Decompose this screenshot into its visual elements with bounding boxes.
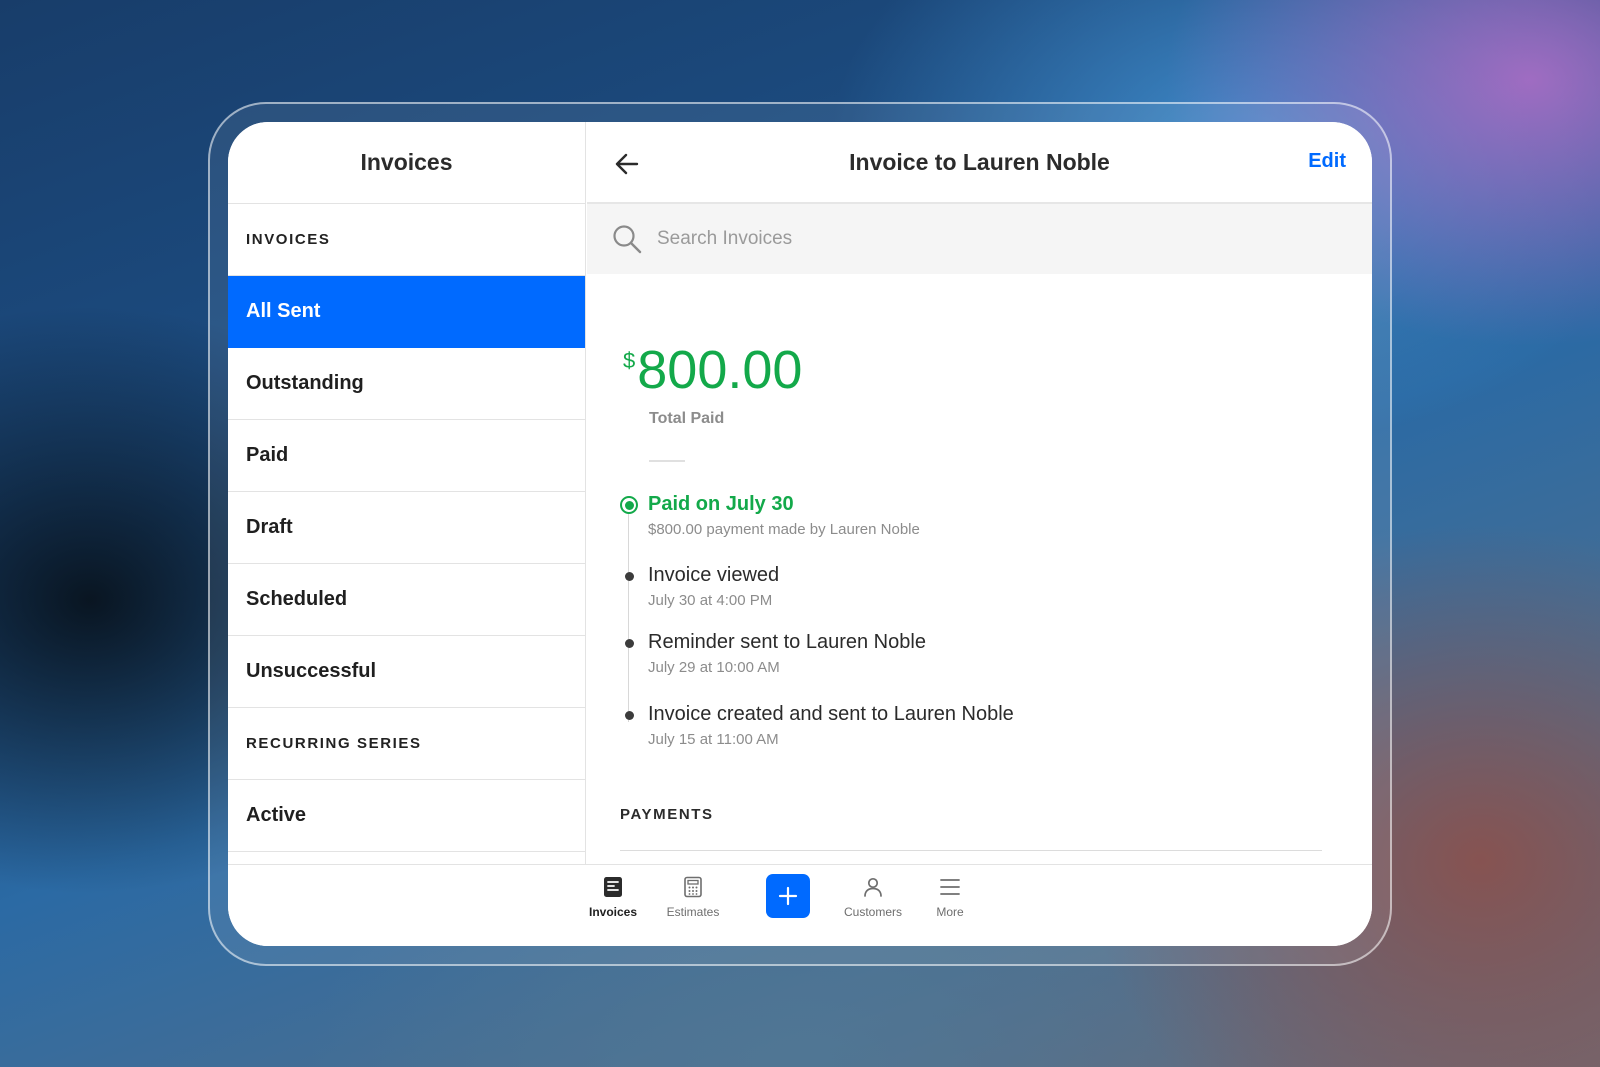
timeline-dot [624, 571, 634, 581]
timeline-subtitle: July 15 at 11:00 AM [648, 731, 779, 748]
timeline-title: Invoice viewed [648, 564, 780, 586]
create-invoice-button[interactable] [766, 874, 810, 918]
paid-status-icon [620, 496, 638, 514]
sidebar: Invoices INVOICES All Sent Outstanding P… [228, 122, 586, 882]
invoice-icon [604, 877, 622, 897]
sidebar-item-draft[interactable]: Draft [228, 492, 585, 564]
timeline-title: Paid on July 30 [648, 493, 794, 515]
arrow-left-icon [615, 153, 639, 175]
sidebar-item-unsuccessful[interactable]: Unsuccessful [228, 636, 585, 708]
tab-estimates[interactable]: Estimates [648, 875, 738, 919]
sidebar-item-outstanding[interactable]: Outstanding [228, 348, 585, 420]
menu-icon [940, 879, 960, 895]
sidebar-section-invoices: INVOICES [228, 204, 585, 276]
tab-label: Invoices [588, 905, 638, 919]
bottom-tab-bar: Invoices Estimates Customers More [228, 864, 1372, 946]
search-input[interactable] [657, 228, 1257, 250]
amount-divider [649, 460, 685, 462]
search-icon [613, 225, 642, 254]
tab-label: Estimates [666, 905, 720, 919]
sidebar-item-all-sent[interactable]: All Sent [228, 276, 585, 348]
tablet-screen: Invoices INVOICES All Sent Outstanding P… [228, 122, 1372, 946]
invoice-detail-panel: Invoice to Lauren Noble Edit $ 800.00 To… [587, 122, 1372, 882]
total-amount: $ 800.00 [623, 340, 802, 400]
timeline-dot [624, 638, 634, 648]
timeline-dot [624, 710, 634, 720]
sidebar-item-active[interactable]: Active [228, 780, 585, 852]
person-icon [864, 877, 882, 897]
sidebar-item-paid[interactable]: Paid [228, 420, 585, 492]
tab-more[interactable]: More [905, 875, 995, 919]
timeline-subtitle: July 29 at 10:00 AM [648, 659, 780, 676]
timeline-subtitle: July 30 at 4:00 PM [648, 592, 773, 609]
timeline-title: Invoice created and sent to Lauren Noble [648, 703, 1014, 725]
sidebar-item-scheduled[interactable]: Scheduled [228, 564, 585, 636]
calculator-icon [684, 876, 702, 898]
payments-divider [620, 850, 1322, 851]
sidebar-title: Invoices [228, 122, 585, 204]
detail-header: Invoice to Lauren Noble Edit [587, 122, 1372, 204]
timeline-connector [628, 512, 629, 722]
total-paid-label: Total Paid [649, 410, 725, 427]
page-title: Invoice to Lauren Noble [849, 148, 1110, 175]
timeline-subtitle: $800.00 payment made by Lauren Noble [648, 521, 920, 538]
timeline-title: Reminder sent to Lauren Noble [648, 631, 926, 653]
plus-icon [778, 886, 798, 906]
tab-label: More [936, 905, 964, 919]
sidebar-section-recurring-series: RECURRING SERIES [228, 708, 585, 780]
search-bar [587, 204, 1372, 274]
back-button[interactable] [609, 146, 645, 182]
payments-section-label: PAYMENTS [620, 806, 714, 823]
tab-invoices[interactable]: Invoices [568, 875, 658, 919]
edit-button[interactable]: Edit [1308, 150, 1346, 173]
amount-value: 800.00 [637, 340, 803, 400]
currency-symbol: $ [623, 348, 636, 373]
